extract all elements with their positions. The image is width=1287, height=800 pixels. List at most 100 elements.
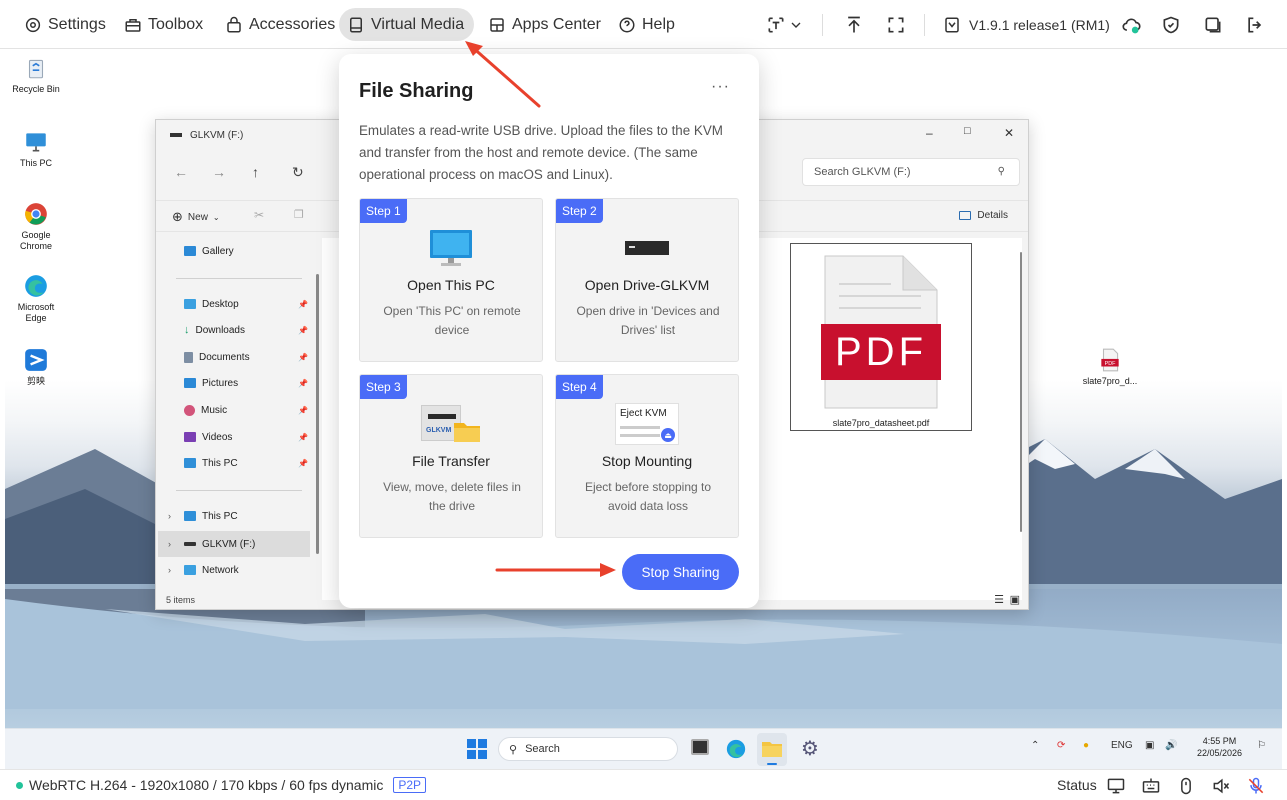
chevron-right-icon[interactable]: › — [168, 511, 171, 521]
mouse-icon[interactable] — [1176, 776, 1196, 796]
gear-icon[interactable]: ⚙ — [801, 736, 819, 761]
forward-icon[interactable]: → — [212, 164, 226, 180]
sync-icon[interactable]: ⟳ — [1057, 740, 1065, 751]
pdf-badge: PDF — [835, 329, 927, 374]
upload-icon[interactable] — [842, 13, 866, 37]
copy-icon[interactable]: ❐ — [294, 208, 304, 221]
shield-icon[interactable] — [1159, 13, 1183, 37]
task-view-icon[interactable] — [691, 739, 709, 755]
sidebar-item-gallery[interactable]: Gallery — [184, 241, 310, 261]
pin-icon: 📌 — [298, 432, 308, 442]
network-icon[interactable]: ▣ — [1145, 740, 1154, 751]
explorer-status: 5 items — [166, 595, 196, 605]
eject-label: Eject KVM — [620, 408, 667, 419]
up-icon[interactable]: ↑ — [252, 164, 259, 180]
volume-icon[interactable]: 🔊 — [1165, 740, 1177, 751]
cloud-status-icon[interactable] — [1119, 13, 1143, 37]
chevron-right-icon[interactable]: › — [168, 539, 171, 549]
stream-info: WebRTC H.264 - 1920x1080 / 170 kbps / 60… — [16, 777, 427, 793]
menu-settings[interactable]: Settings — [16, 8, 114, 41]
monitor-icon[interactable] — [1106, 776, 1126, 796]
back-icon[interactable]: ← — [174, 164, 188, 180]
edge-icon[interactable] — [725, 738, 747, 760]
chevron-down-icon[interactable] — [788, 13, 804, 37]
sidebar-item-music[interactable]: Music 📌 — [184, 400, 310, 420]
sidebar-item-label: Music — [201, 404, 228, 416]
menu-accessories[interactable]: Accessories — [217, 8, 343, 41]
desktop-icon-pdf[interactable]: PDF slate7pro_d... — [1079, 347, 1141, 387]
version-info[interactable]: V1.9.1 release1 (RM1) — [943, 13, 1110, 37]
sidebar-item-videos[interactable]: Videos 📌 — [184, 427, 310, 447]
step-title: Open This PC — [407, 277, 495, 293]
keyboard-icon[interactable] — [1141, 776, 1161, 796]
tray-app-icon[interactable]: ● — [1083, 740, 1089, 751]
desktop-icon-edge[interactable]: Microsoft Edge — [6, 273, 66, 324]
stop-sharing-button[interactable]: Stop Sharing — [622, 554, 739, 590]
cut-icon[interactable]: ✂ — [254, 208, 264, 222]
microphone-icon[interactable] — [1246, 776, 1266, 796]
text-input-icon[interactable] — [764, 13, 788, 37]
menu-apps-center[interactable]: Apps Center — [480, 8, 609, 41]
sidebar-item-documents[interactable]: Documents 📌 — [184, 347, 310, 367]
desktop-icon-capcut[interactable]: 剪映 — [6, 347, 66, 387]
notification-icon[interactable]: ⚐ — [1257, 740, 1266, 751]
logout-icon[interactable] — [1243, 13, 1267, 37]
menu-label: Settings — [48, 15, 106, 33]
desktop-icon-recycle-bin[interactable]: Recycle Bin — [6, 55, 66, 95]
menu-label: Accessories — [249, 15, 336, 33]
file-tile[interactable]: PDF slate7pro_datasheet.pdf — [790, 243, 972, 431]
gear-icon — [25, 17, 41, 32]
pin-icon: 📌 — [298, 352, 308, 362]
menu-help[interactable]: Help — [610, 8, 683, 41]
sidebar-item-pictures[interactable]: Pictures 📌 — [184, 373, 310, 393]
tile-view-icon[interactable]: ▣ — [1010, 593, 1020, 606]
windows-start-icon[interactable] — [467, 739, 487, 759]
sidebar-item-label: This PC — [202, 457, 238, 469]
svg-text:PDF: PDF — [1105, 361, 1117, 367]
minimize-icon[interactable]: – — [926, 126, 933, 140]
sidebar-item-downloads[interactable]: ↓ Downloads 📌 — [184, 320, 310, 340]
status-button[interactable]: Status — [1057, 777, 1097, 793]
sidebar-item-glkvm[interactable]: › GLKVM (F:) — [158, 531, 310, 557]
language-indicator[interactable]: ENG — [1111, 740, 1133, 751]
music-icon — [184, 404, 195, 416]
chrome-icon — [25, 203, 47, 225]
more-options-icon[interactable]: ··· — [711, 78, 730, 96]
search-placeholder: Search — [525, 743, 560, 755]
chevron-down-icon: ⌄ — [212, 212, 220, 222]
list-view-icon[interactable]: ☰ — [994, 593, 1004, 606]
plus-icon: ⊕ — [172, 209, 183, 224]
sidebar-item-this-pc[interactable]: › This PC — [168, 506, 310, 526]
sidebar-item-label: This PC — [202, 510, 238, 522]
close-icon[interactable]: ✕ — [1004, 126, 1014, 140]
menu-virtual-media[interactable]: Virtual Media — [339, 8, 474, 41]
mute-icon[interactable] — [1211, 776, 1231, 796]
content-scrollbar[interactable] — [1020, 252, 1022, 532]
sidebar-scrollbar[interactable] — [316, 238, 319, 594]
clock[interactable]: 4:55 PM 22/05/2026 — [1197, 735, 1242, 759]
taskbar-search-input[interactable]: ⚲ Search — [498, 737, 678, 761]
desktop-icon-label: Recycle Bin — [12, 84, 60, 94]
sidebar-item-network[interactable]: › Network — [168, 560, 310, 580]
popup-title: File Sharing — [359, 80, 474, 102]
sidebar-item-label: Documents — [199, 351, 250, 363]
maximize-icon[interactable]: □ — [964, 125, 971, 137]
step-card-1: Step 1 Open This PC Open 'This PC' on re… — [359, 198, 543, 362]
desktop-icon-this-pc[interactable]: This PC — [6, 129, 66, 169]
details-button[interactable]: Details — [959, 210, 1008, 221]
desktop-icon-chrome[interactable]: Google Chrome — [6, 201, 66, 252]
sidebar-item-desktop[interactable]: Desktop 📌 — [184, 294, 310, 314]
sidebar-item-this-pc-quick[interactable]: This PC 📌 — [184, 453, 310, 473]
explorer-search-input[interactable]: Search GLKVM (F:) ⚲ — [802, 158, 1020, 186]
bag-icon — [227, 16, 241, 32]
chevron-up-icon[interactable]: ⌃ — [1031, 740, 1039, 751]
windows-stack-icon[interactable] — [1201, 13, 1225, 37]
new-button[interactable]: ⊕ New ⌄ — [172, 209, 220, 225]
taskbar-explorer-active[interactable] — [757, 733, 787, 766]
menu-toolbox[interactable]: Toolbox — [116, 8, 211, 41]
step-description: Eject before stopping to avoid data loss — [584, 480, 712, 513]
refresh-icon[interactable]: ↻ — [292, 164, 304, 181]
documents-icon — [184, 351, 193, 363]
fullscreen-icon[interactable] — [884, 13, 908, 37]
chevron-right-icon[interactable]: › — [168, 565, 171, 575]
